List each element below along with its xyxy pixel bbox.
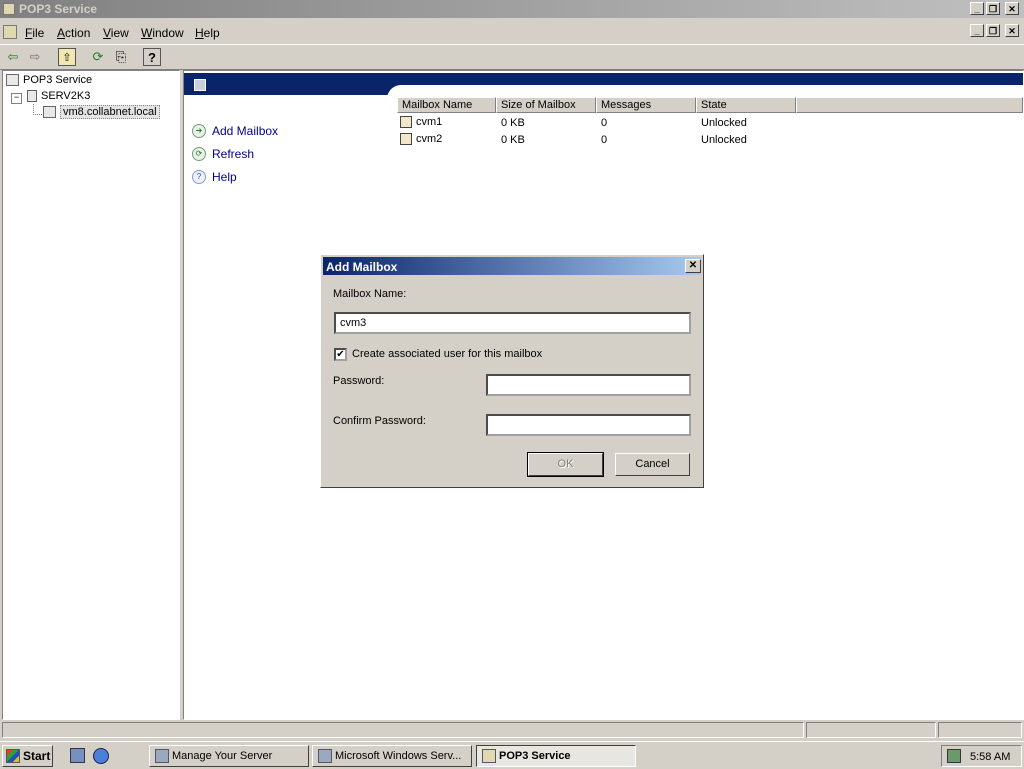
refresh-icon[interactable]: ⟳: [89, 48, 107, 66]
cancel-button[interactable]: Cancel: [615, 453, 690, 476]
mailbox-name-cell: cvm2: [400, 133, 442, 146]
password-input[interactable]: [486, 374, 691, 396]
pop3-service-icon: [6, 74, 19, 87]
window-title: POP3 Service: [19, 2, 98, 16]
help-icon[interactable]: ?: [143, 48, 161, 66]
child-minimize-button[interactable]: _: [970, 24, 984, 37]
column-header-size[interactable]: Size of Mailbox: [496, 97, 596, 113]
pop3-task-icon: [482, 749, 496, 763]
restore-button[interactable]: ❐: [986, 2, 1000, 15]
column-header-state[interactable]: State: [696, 97, 796, 113]
mailbox-size-cell: 0 KB: [501, 117, 525, 129]
system-tray: 5:58 AM: [941, 745, 1022, 767]
console-tree: POP3 Service − SERV2K3 vm8.collabnet.loc…: [2, 70, 180, 720]
ie-icon[interactable]: [93, 748, 109, 764]
tree-item-server[interactable]: SERV2K3: [27, 90, 90, 103]
manage-server-icon: [155, 749, 169, 763]
confirm-password-input[interactable]: [486, 414, 691, 436]
mailbox-size-cell: 0 KB: [501, 134, 525, 146]
menu-file[interactable]: File: [25, 26, 44, 40]
child-restore-button[interactable]: ❐: [986, 24, 1000, 37]
menu-bar: File Action View Window Help _ ❐ ✕: [0, 21, 1024, 43]
close-button[interactable]: ✕: [1005, 2, 1019, 15]
create-user-label: Create associated user for this mailbox: [352, 348, 543, 360]
password-label: Password:: [333, 375, 385, 387]
mailbox-state-cell: Unlocked: [701, 117, 747, 129]
menu-view[interactable]: View: [103, 26, 129, 40]
column-header-messages[interactable]: Messages: [596, 97, 696, 113]
dialog-title-bar[interactable]: Add Mailbox ✕: [323, 257, 701, 275]
desktop-icon[interactable]: [70, 748, 85, 763]
status-panel-2: [806, 722, 936, 738]
refresh-icon: ⟳: [192, 147, 206, 161]
minimize-button[interactable]: _: [970, 2, 984, 15]
task-microsoft-windows-server[interactable]: Microsoft Windows Serv...: [312, 745, 472, 767]
domain-icon: [43, 106, 56, 119]
mailbox-icon: [400, 133, 412, 146]
status-panel-main: [2, 722, 804, 738]
menu-window[interactable]: Window: [141, 26, 184, 40]
mailbox-messages-cell: 0: [601, 117, 608, 129]
domain-header-icon: [194, 79, 206, 91]
server-icon: [27, 90, 37, 103]
toolbar: ⇦ ⇨ ⇧ ⟳ ⎘ ?: [0, 44, 1024, 70]
forward-arrow-icon[interactable]: ⇨: [26, 48, 44, 66]
help-icon: ?: [192, 170, 206, 184]
app-icon: [3, 3, 15, 15]
dialog-close-button[interactable]: ✕: [685, 259, 701, 273]
start-button[interactable]: Start: [2, 745, 53, 767]
menu-help[interactable]: Help: [195, 26, 220, 40]
mailbox-name-input[interactable]: [334, 312, 691, 334]
tree-item-pop3-service[interactable]: POP3 Service: [6, 74, 92, 87]
tree-expander[interactable]: −: [11, 93, 22, 104]
windows-logo-icon: [6, 749, 20, 763]
taskbar: Start Manage Your Server Microsoft Windo…: [0, 741, 1024, 769]
up-folder-icon[interactable]: ⇧: [58, 48, 76, 66]
tree-item-domain[interactable]: vm8.collabnet.local: [43, 105, 160, 119]
task-pop3-service[interactable]: POP3 Service: [476, 745, 636, 767]
network-icon[interactable]: [947, 749, 961, 763]
add-mailbox-dialog: Add Mailbox ✕ Mailbox Name: ✔ Create ass…: [320, 254, 704, 488]
clock[interactable]: 5:58 AM: [970, 751, 1010, 763]
confirm-password-label: Confirm Password:: [333, 415, 426, 427]
ok-button[interactable]: OK: [527, 452, 604, 477]
mmc-icon: [318, 749, 332, 763]
mmc-doc-icon: [3, 25, 17, 39]
mailbox-state-cell: Unlocked: [701, 134, 747, 146]
mailbox-messages-cell: 0: [601, 134, 608, 146]
mailbox-name-cell: cvm1: [400, 116, 442, 129]
status-panel-3: [938, 722, 1022, 738]
status-bar: [0, 720, 1024, 740]
create-user-checkbox[interactable]: ✔: [334, 348, 347, 361]
mailbox-icon: [400, 116, 412, 129]
window-title-bar[interactable]: POP3 Service _ ❐ ✕: [0, 0, 1024, 18]
back-arrow-icon[interactable]: ⇦: [4, 48, 22, 66]
column-header-filler: [796, 97, 1023, 113]
task-manage-your-server[interactable]: Manage Your Server: [149, 745, 309, 767]
column-header-mailbox-name[interactable]: Mailbox Name: [397, 97, 496, 113]
export-list-icon[interactable]: ⎘: [112, 48, 130, 66]
arrow-right-icon: ➔: [192, 124, 206, 138]
child-close-button[interactable]: ✕: [1005, 24, 1019, 37]
mailbox-name-label: Mailbox Name:: [333, 288, 407, 300]
menu-action[interactable]: Action: [57, 26, 90, 40]
dialog-title: Add Mailbox: [326, 260, 398, 274]
